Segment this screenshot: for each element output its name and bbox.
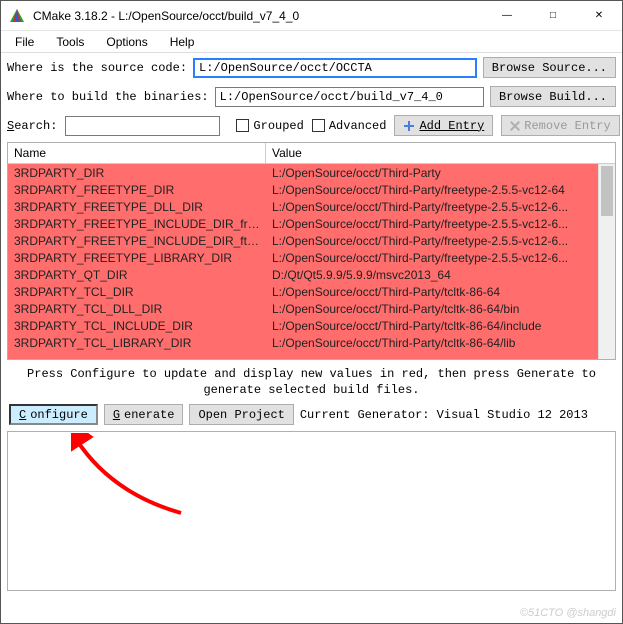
watermark: ©51CTO @shangdi	[520, 607, 616, 619]
maximize-button[interactable]: □	[530, 1, 576, 31]
x-icon	[510, 121, 520, 131]
cache-entry-value: L:/OpenSource/occt/Third-Party/freetype-…	[266, 234, 615, 248]
table-row[interactable]: 3RDPARTY_FREETYPE_INCLUDE_DIR_fre...L:/O…	[8, 215, 615, 232]
cache-entry-name: 3RDPARTY_TCL_DIR	[8, 285, 266, 299]
table-row[interactable]: 3RDPARTY_QT_DIRD:/Qt/Qt5.9.9/5.9.9/msvc2…	[8, 266, 615, 283]
add-entry-button[interactable]: Add Entry	[394, 115, 493, 136]
app-logo-icon	[9, 8, 25, 24]
column-header-name[interactable]: Name	[8, 143, 266, 163]
build-label: Where to build the binaries:	[7, 90, 209, 104]
close-button[interactable]: ✕	[576, 1, 622, 31]
cache-entry-value: L:/OpenSource/occt/Third-Party/freetype-…	[266, 183, 615, 197]
configure-button[interactable]: CConfigureonfigure	[9, 404, 98, 425]
toolbar: SSearch:earch: Grouped Advanced Add Entr…	[1, 111, 622, 140]
build-row: Where to build the binaries: Browse Buil…	[1, 82, 622, 111]
cache-entry-name: 3RDPARTY_FREETYPE_DIR	[8, 183, 266, 197]
title-bar: CMake 3.18.2 - L:/OpenSource/occt/build_…	[1, 1, 622, 31]
checkbox-icon	[312, 119, 325, 132]
window-title: CMake 3.18.2 - L:/OpenSource/occt/build_…	[33, 9, 484, 23]
cache-entry-value: L:/OpenSource/occt/Third-Party/freetype-…	[266, 200, 615, 214]
table-row[interactable]: 3RDPARTY_FREETYPE_LIBRARY_DIRL:/OpenSour…	[8, 249, 615, 266]
search-input[interactable]	[65, 116, 220, 136]
table-row[interactable]: 3RDPARTY_TCL_DIRL:/OpenSource/occt/Third…	[8, 283, 615, 300]
browse-build-button[interactable]: Browse Build...	[490, 86, 616, 107]
cache-entry-value: L:/OpenSource/occt/Third-Party	[266, 166, 615, 180]
cache-entry-name: 3RDPARTY_DIR	[8, 166, 266, 180]
browse-source-button[interactable]: Browse Source...	[483, 57, 616, 78]
cache-entry-name: 3RDPARTY_FREETYPE_LIBRARY_DIR	[8, 251, 266, 265]
hint-text: Press Configure to update and display ne…	[1, 362, 622, 402]
menu-options[interactable]: Options	[96, 33, 157, 51]
cache-entry-name: 3RDPARTY_FREETYPE_DLL_DIR	[8, 200, 266, 214]
column-header-value[interactable]: Value	[266, 143, 615, 163]
table-row[interactable]: 3RDPARTY_TCL_INCLUDE_DIRL:/OpenSource/oc…	[8, 317, 615, 334]
cache-entry-value: L:/OpenSource/occt/Third-Party/freetype-…	[266, 217, 615, 231]
scrollbar-thumb[interactable]	[601, 166, 613, 216]
source-label: Where is the source code:	[7, 61, 187, 75]
table-row[interactable]: 3RDPARTY_FREETYPE_INCLUDE_DIR_ft2...L:/O…	[8, 232, 615, 249]
table-row[interactable]: 3RDPARTY_FREETYPE_DLL_DIRL:/OpenSource/o…	[8, 198, 615, 215]
cache-entry-name: 3RDPARTY_TCL_INCLUDE_DIR	[8, 319, 266, 333]
cache-entry-value: L:/OpenSource/occt/Third-Party/tcltk-86-…	[266, 302, 615, 316]
checkbox-icon	[236, 119, 249, 132]
source-row: Where is the source code: Browse Source.…	[1, 53, 622, 82]
vertical-scrollbar[interactable]	[598, 164, 615, 359]
advanced-checkbox[interactable]: Advanced	[312, 119, 387, 133]
remove-entry-button: Remove Entry	[501, 115, 619, 136]
generate-button[interactable]: GenerateGenerate	[104, 404, 184, 425]
cache-entry-name: 3RDPARTY_TCL_DLL_DIR	[8, 302, 266, 316]
action-row: CConfigureonfigure GenerateGenerate Open…	[1, 402, 622, 427]
search-label: SSearch:earch:	[7, 119, 57, 133]
build-input[interactable]	[215, 87, 484, 107]
menu-help[interactable]: Help	[160, 33, 205, 51]
table-row[interactable]: 3RDPARTY_FREETYPE_DIRL:/OpenSource/occt/…	[8, 181, 615, 198]
open-project-button[interactable]: Open Project	[189, 404, 293, 425]
menu-bar: File Tools Options Help	[1, 31, 622, 53]
minimize-button[interactable]: —	[484, 1, 530, 31]
output-log[interactable]	[7, 431, 616, 591]
table-row[interactable]: 3RDPARTY_TCL_DLL_DIRL:/OpenSource/occt/T…	[8, 300, 615, 317]
cache-entry-value: L:/OpenSource/occt/Third-Party/tcltk-86-…	[266, 336, 615, 350]
menu-file[interactable]: File	[5, 33, 44, 51]
cache-entry-name: 3RDPARTY_FREETYPE_INCLUDE_DIR_ft2...	[8, 234, 266, 248]
table-row[interactable]: 3RDPARTY_DIRL:/OpenSource/occt/Third-Par…	[8, 164, 615, 181]
plus-icon	[403, 120, 415, 132]
source-input[interactable]	[193, 58, 477, 78]
grouped-checkbox[interactable]: Grouped	[236, 119, 303, 133]
cache-entry-value: L:/OpenSource/occt/Third-Party/freetype-…	[266, 251, 615, 265]
cache-entry-value: L:/OpenSource/occt/Third-Party/tcltk-86-…	[266, 285, 615, 299]
cache-entry-value: L:/OpenSource/occt/Third-Party/tcltk-86-…	[266, 319, 615, 333]
cache-table: Name Value 3RDPARTY_DIRL:/OpenSource/occ…	[7, 142, 616, 360]
cache-entry-value: D:/Qt/Qt5.9.9/5.9.9/msvc2013_64	[266, 268, 615, 282]
current-generator-label: Current Generator: Visual Studio 12 2013	[300, 408, 588, 422]
cache-entry-name: 3RDPARTY_QT_DIR	[8, 268, 266, 282]
table-row[interactable]: 3RDPARTY_TCL_LIBRARY_DIRL:/OpenSource/oc…	[8, 334, 615, 351]
cache-entry-name: 3RDPARTY_FREETYPE_INCLUDE_DIR_fre...	[8, 217, 266, 231]
cache-entry-name: 3RDPARTY_TCL_LIBRARY_DIR	[8, 336, 266, 350]
menu-tools[interactable]: Tools	[46, 33, 94, 51]
